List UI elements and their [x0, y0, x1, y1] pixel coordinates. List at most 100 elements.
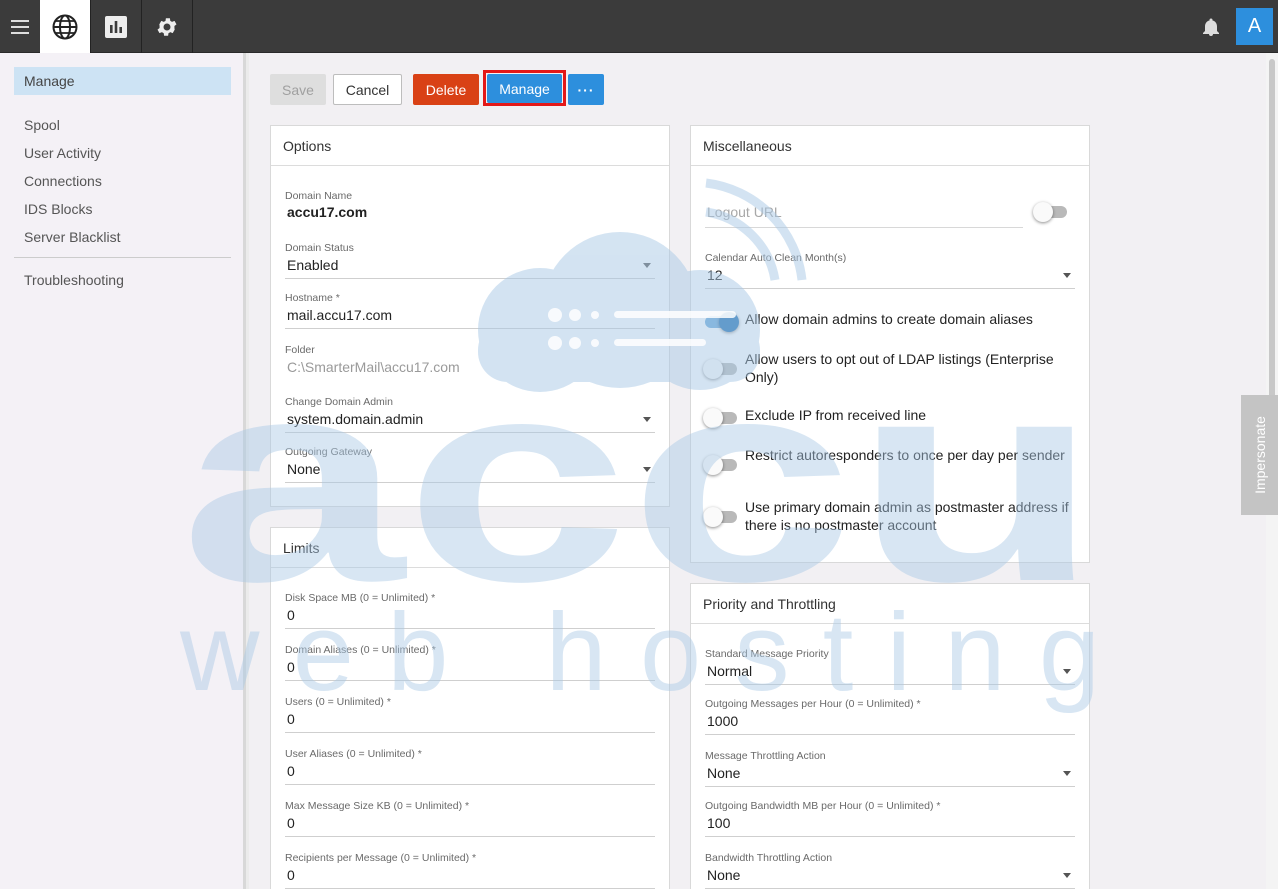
throttling-action-select[interactable]: Message Throttling Action None: [705, 750, 1075, 787]
max-message-size-input[interactable]: 0: [285, 815, 655, 837]
settings-gear-icon[interactable]: [142, 0, 193, 53]
priority-throttling-card-title: Priority and Throttling: [691, 584, 1089, 624]
outgoing-per-hour-field[interactable]: Outgoing Messages per Hour (0 = Unlimite…: [705, 698, 1075, 735]
bandwidth-action-text: None: [707, 867, 741, 883]
disk-space-field[interactable]: Disk Space MB (0 = Unlimited) * 0: [285, 592, 655, 629]
user-aliases-input[interactable]: 0: [285, 763, 655, 785]
restrict-autoresponders-toggle[interactable]: [703, 455, 739, 475]
toggle-row-domain-aliases: Allow domain admins to create domain ali…: [703, 310, 1077, 332]
change-domain-admin-select[interactable]: Change Domain Admin system.domain.admin: [285, 396, 655, 433]
toggle-row-exclude-ip: Exclude IP from received line: [703, 406, 1077, 428]
priority-throttling-card: Priority and Throttling Standard Message…: [690, 583, 1090, 889]
outgoing-gateway-text: None: [287, 461, 321, 477]
domain-aliases-input[interactable]: 0: [285, 659, 655, 681]
users-input[interactable]: 0: [285, 711, 655, 733]
delete-button[interactable]: Delete: [413, 74, 479, 105]
hostname-field[interactable]: Hostname * mail.accu17.com: [285, 292, 655, 329]
throttling-action-text: None: [707, 765, 741, 781]
standard-priority-select[interactable]: Standard Message Priority Normal: [705, 648, 1075, 685]
recipients-field[interactable]: Recipients per Message (0 = Unlimited) *…: [285, 852, 655, 889]
sidebar-item-spool[interactable]: Spool: [24, 117, 60, 133]
user-avatar[interactable]: A: [1236, 8, 1273, 45]
reports-chart-icon[interactable]: [91, 0, 142, 53]
calendar-auto-clean-label: Calendar Auto Clean Month(s): [705, 252, 847, 264]
allow-domain-aliases-toggle[interactable]: [703, 312, 739, 332]
limits-card-title: Limits: [271, 528, 669, 568]
user-aliases-label: User Aliases (0 = Unlimited) *: [285, 748, 422, 760]
top-bar: A: [0, 0, 1278, 53]
postmaster-toggle[interactable]: [703, 507, 739, 527]
max-message-size-label: Max Message Size KB (0 = Unlimited) *: [285, 800, 470, 812]
disk-space-input[interactable]: 0: [285, 607, 655, 629]
hostname-label: Hostname *: [285, 292, 340, 304]
chevron-down-icon: [643, 417, 651, 422]
notifications-bell-icon[interactable]: [1198, 14, 1224, 40]
more-actions-button[interactable]: ···: [568, 74, 604, 105]
domain-status-value[interactable]: Enabled: [285, 257, 655, 279]
logout-url-toggle[interactable]: [1033, 202, 1069, 222]
change-domain-admin-value[interactable]: system.domain.admin: [285, 411, 655, 433]
ldap-opt-out-toggle[interactable]: [703, 359, 739, 379]
standard-priority-text: Normal: [707, 663, 753, 679]
sidebar-item-troubleshooting[interactable]: Troubleshooting: [24, 272, 124, 288]
impersonate-label: Impersonate: [1251, 416, 1268, 494]
domain-aliases-field[interactable]: Domain Aliases (0 = Unlimited) * 0: [285, 644, 655, 681]
domain-name-label: Domain Name: [285, 190, 353, 202]
sidebar-item-user-activity[interactable]: User Activity: [24, 145, 101, 161]
miscellaneous-card-title: Miscellaneous: [691, 126, 1089, 166]
hostname-input[interactable]: mail.accu17.com: [285, 307, 655, 329]
calendar-auto-clean-select[interactable]: Calendar Auto Clean Month(s) 12: [705, 252, 1075, 289]
change-domain-admin-label: Change Domain Admin: [285, 396, 393, 408]
chevron-down-icon: [643, 467, 651, 472]
chevron-down-icon: [1063, 273, 1071, 278]
toggle-knob: [703, 359, 723, 379]
outgoing-gateway-select[interactable]: Outgoing Gateway None: [285, 446, 655, 483]
toggle-knob: [703, 455, 723, 475]
calendar-auto-clean-value[interactable]: 12: [705, 267, 1075, 289]
cancel-button[interactable]: Cancel: [333, 74, 402, 105]
domain-name-field: Domain Name accu17.com: [285, 190, 655, 225]
hamburger-menu-icon[interactable]: [0, 0, 40, 53]
user-aliases-field[interactable]: User Aliases (0 = Unlimited) * 0: [285, 748, 655, 785]
domains-globe-icon[interactable]: [40, 0, 91, 53]
chevron-down-icon: [643, 263, 651, 268]
miscellaneous-card: Miscellaneous Logout URL Calendar Auto C…: [690, 125, 1090, 563]
chevron-down-icon: [1063, 669, 1071, 674]
outgoing-per-hour-input[interactable]: 1000: [705, 713, 1075, 735]
outgoing-bandwidth-label: Outgoing Bandwidth MB per Hour (0 = Unli…: [705, 800, 941, 812]
sidebar: Manage Spool User Activity Connections I…: [0, 53, 246, 889]
options-card-title: Options: [271, 126, 669, 166]
chevron-down-icon: [1063, 873, 1071, 878]
throttling-action-value[interactable]: None: [705, 765, 1075, 787]
standard-priority-value[interactable]: Normal: [705, 663, 1075, 685]
outgoing-bandwidth-input[interactable]: 100: [705, 815, 1075, 837]
exclude-ip-label: Exclude IP from received line: [745, 407, 927, 423]
recipients-label: Recipients per Message (0 = Unlimited) *: [285, 852, 477, 864]
limits-card: Limits Disk Space MB (0 = Unlimited) * 0…: [270, 527, 670, 889]
domain-status-select[interactable]: Domain Status Enabled: [285, 242, 655, 279]
bandwidth-action-value[interactable]: None: [705, 867, 1075, 889]
save-button[interactable]: Save: [270, 74, 326, 105]
bandwidth-action-select[interactable]: Bandwidth Throttling Action None: [705, 852, 1075, 889]
scrollbar-thumb[interactable]: [1269, 59, 1275, 399]
outgoing-per-hour-label: Outgoing Messages per Hour (0 = Unlimite…: [705, 698, 921, 710]
sidebar-item-manage[interactable]: Manage: [14, 67, 231, 95]
outgoing-gateway-value[interactable]: None: [285, 461, 655, 483]
ldap-opt-out-label: Allow users to opt out of LDAP listings …: [745, 351, 1054, 385]
folder-value: C:\SmarterMail\accu17.com: [287, 359, 460, 375]
sidebar-item-connections[interactable]: Connections: [24, 173, 102, 189]
toggle-knob: [1033, 202, 1053, 222]
logout-url-input[interactable]: Logout URL: [705, 204, 1023, 228]
users-field[interactable]: Users (0 = Unlimited) * 0: [285, 696, 655, 733]
exclude-ip-toggle[interactable]: [703, 408, 739, 428]
sidebar-item-ids-blocks[interactable]: IDS Blocks: [24, 201, 92, 217]
toggle-knob: [703, 408, 723, 428]
max-message-size-field[interactable]: Max Message Size KB (0 = Unlimited) * 0: [285, 800, 655, 837]
throttling-action-label: Message Throttling Action: [705, 750, 826, 762]
outgoing-bandwidth-field[interactable]: Outgoing Bandwidth MB per Hour (0 = Unli…: [705, 800, 1075, 837]
impersonate-tab[interactable]: Impersonate: [1241, 395, 1278, 515]
manage-button[interactable]: Manage: [487, 74, 562, 103]
folder-label: Folder: [285, 344, 315, 356]
recipients-input[interactable]: 0: [285, 867, 655, 889]
sidebar-item-server-blacklist[interactable]: Server Blacklist: [24, 229, 120, 245]
